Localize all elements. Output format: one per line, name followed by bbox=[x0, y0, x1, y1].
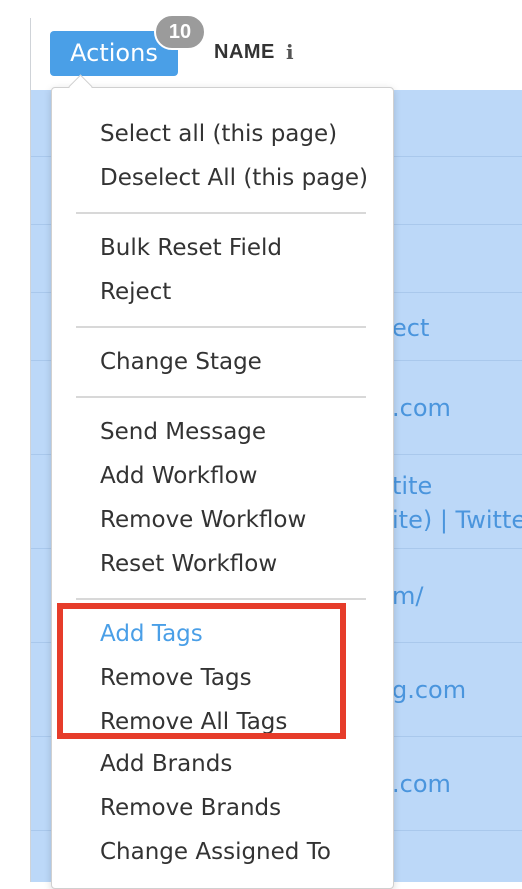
table-cell-link[interactable]: m/ bbox=[392, 582, 423, 610]
menu-separator bbox=[76, 212, 366, 214]
menu-separator bbox=[76, 598, 366, 600]
table-cell-link[interactable]: ect bbox=[392, 314, 429, 342]
menu-separator bbox=[76, 396, 366, 398]
menu-item-add-workflow[interactable]: Add Workflow bbox=[100, 463, 257, 489]
table-cell-link[interactable]: .com bbox=[392, 394, 451, 422]
left-gutter bbox=[0, 0, 31, 882]
menu-item-remove-workflow[interactable]: Remove Workflow bbox=[100, 507, 306, 533]
menu-item-reject[interactable]: Reject bbox=[100, 279, 171, 305]
menu-item-reset-workflow[interactable]: Reset Workflow bbox=[100, 551, 277, 577]
menu-item-select-all[interactable]: Select all (this page) bbox=[100, 121, 337, 147]
table-cell-link[interactable]: .com bbox=[392, 770, 451, 798]
table-cell-link[interactable]: g.com bbox=[392, 676, 466, 704]
selected-count-badge: 10 bbox=[154, 14, 206, 50]
menu-item-change-assigned-to[interactable]: Change Assigned To bbox=[100, 839, 331, 865]
table-cell-link[interactable]: tite bbox=[392, 472, 432, 500]
menu-separator bbox=[76, 326, 366, 328]
tags-highlight-annotation bbox=[57, 603, 346, 739]
info-icon[interactable]: i bbox=[286, 40, 294, 64]
menu-item-add-brands[interactable]: Add Brands bbox=[100, 751, 232, 777]
menu-item-change-stage[interactable]: Change Stage bbox=[100, 349, 262, 375]
menu-item-deselect-all[interactable]: Deselect All (this page) bbox=[100, 165, 368, 191]
table-cell-link[interactable]: ite) | Twitte bbox=[392, 506, 522, 534]
name-column-header[interactable]: NAME bbox=[214, 41, 275, 64]
menu-item-remove-brands[interactable]: Remove Brands bbox=[100, 795, 281, 821]
menu-item-bulk-reset-field[interactable]: Bulk Reset Field bbox=[100, 235, 282, 261]
menu-item-send-message[interactable]: Send Message bbox=[100, 419, 266, 445]
